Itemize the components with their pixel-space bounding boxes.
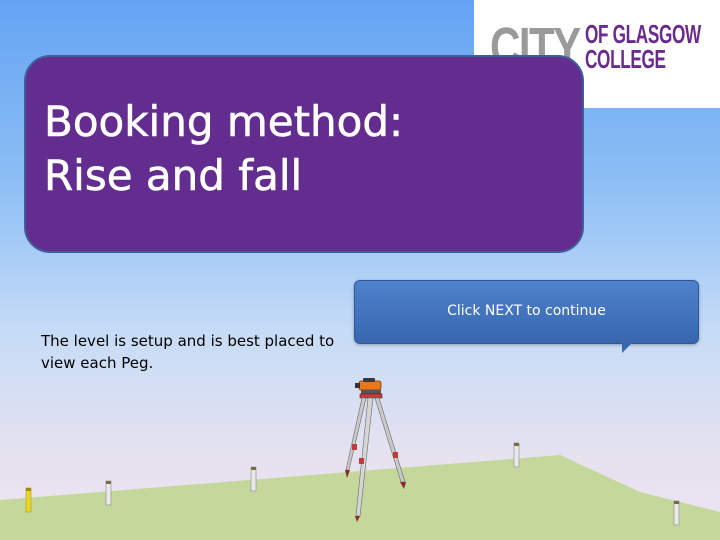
logo-sub-line2: COLLEGE	[585, 44, 666, 74]
peg-4	[513, 442, 520, 468]
slide-background: CITY OF GLASGOW COLLEGE Booking method: …	[0, 0, 720, 540]
instruction-text: The level is setup and is best placed to…	[41, 332, 335, 372]
slide-title: Booking method: Rise and fall	[44, 95, 404, 203]
next-callout-button[interactable]: Click NEXT to continue	[354, 280, 699, 353]
peg-1	[25, 487, 32, 513]
slide-title-line1: Booking method:	[44, 97, 404, 147]
slide-title-line2: Rise and fall	[44, 151, 303, 201]
logo-subtext: OF GLASGOW COLLEGE	[585, 21, 701, 74]
callout-tail	[622, 343, 632, 353]
peg-5	[673, 500, 680, 526]
peg-3	[250, 466, 257, 492]
callout-label: Click NEXT to continue	[447, 303, 606, 319]
peg-2	[105, 480, 112, 506]
title-panel: Booking method: Rise and fall	[24, 55, 584, 253]
